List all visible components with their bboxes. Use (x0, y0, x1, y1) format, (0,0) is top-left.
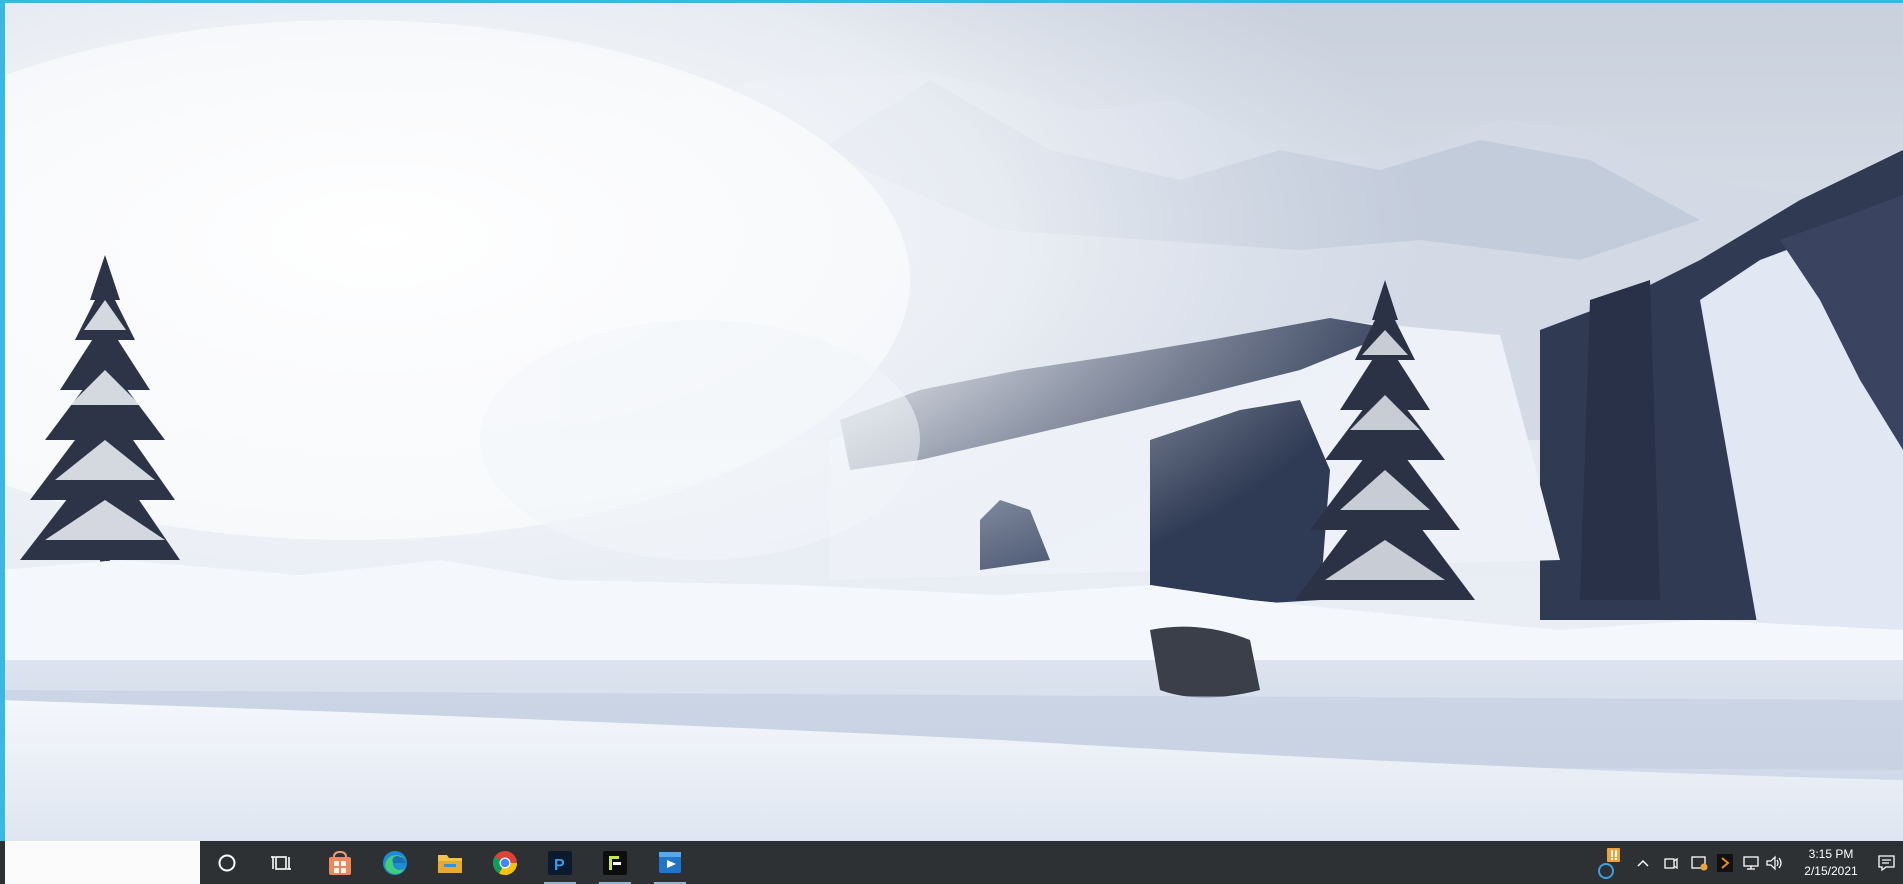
clock-time: 3:15 PM (1808, 846, 1854, 861)
desktop-wallpaper (0, 0, 1903, 841)
taskbar-app-file-explorer[interactable] (426, 841, 474, 884)
tray-network[interactable] (1740, 841, 1762, 884)
network-icon (1743, 855, 1759, 870)
app-terminal-icon (603, 850, 627, 875)
volume-icon (1766, 855, 1782, 870)
edge-icon (383, 850, 407, 875)
task-view-icon (271, 855, 291, 870)
video-player-icon (659, 851, 681, 873)
window-frame-top (0, 0, 1903, 3)
taskbar: P 3:15 PM 2/15/2021 (0, 841, 1903, 884)
meet-now-icon (1664, 857, 1678, 869)
taskbar-search-box[interactable] (5, 841, 200, 884)
clock-date: 2/15/2021 (1804, 863, 1858, 878)
window-frame-left (0, 0, 5, 884)
taskbar-app-edge[interactable] (371, 841, 419, 884)
show-hidden-icons-button[interactable] (1632, 841, 1654, 884)
tray-volume[interactable] (1764, 841, 1786, 884)
microsoft-store-icon (329, 850, 351, 875)
taskbar-app-p[interactable]: P (536, 841, 584, 884)
wallpaper-image (0, 0, 1903, 841)
taskbar-app-chrome[interactable] (481, 841, 529, 884)
tray-media[interactable] (1714, 841, 1736, 884)
task-view-button[interactable] (258, 841, 306, 884)
chrome-icon (492, 850, 517, 875)
taskbar-app-video[interactable] (646, 841, 694, 884)
action-center-icon (1878, 854, 1895, 871)
taskbar-app-terminal[interactable] (591, 841, 639, 884)
media-icon (1717, 853, 1733, 872)
update-warning-icon (1598, 847, 1620, 879)
cortana-button[interactable] (203, 841, 251, 884)
action-center-button[interactable] (1874, 841, 1900, 884)
tray-update-warning[interactable] (1596, 841, 1624, 884)
chevron-up-icon (1637, 859, 1649, 867)
svg-text:P: P (554, 857, 565, 874)
security-icon (1691, 855, 1708, 870)
tray-meet-now[interactable] (1660, 841, 1682, 884)
tray-security[interactable] (1688, 841, 1710, 884)
cortana-icon (218, 854, 236, 871)
taskbar-app-store[interactable] (316, 841, 364, 884)
file-explorer-icon (438, 854, 462, 873)
app-p-icon: P (548, 850, 572, 875)
taskbar-clock[interactable]: 3:15 PM 2/15/2021 (1790, 841, 1872, 884)
